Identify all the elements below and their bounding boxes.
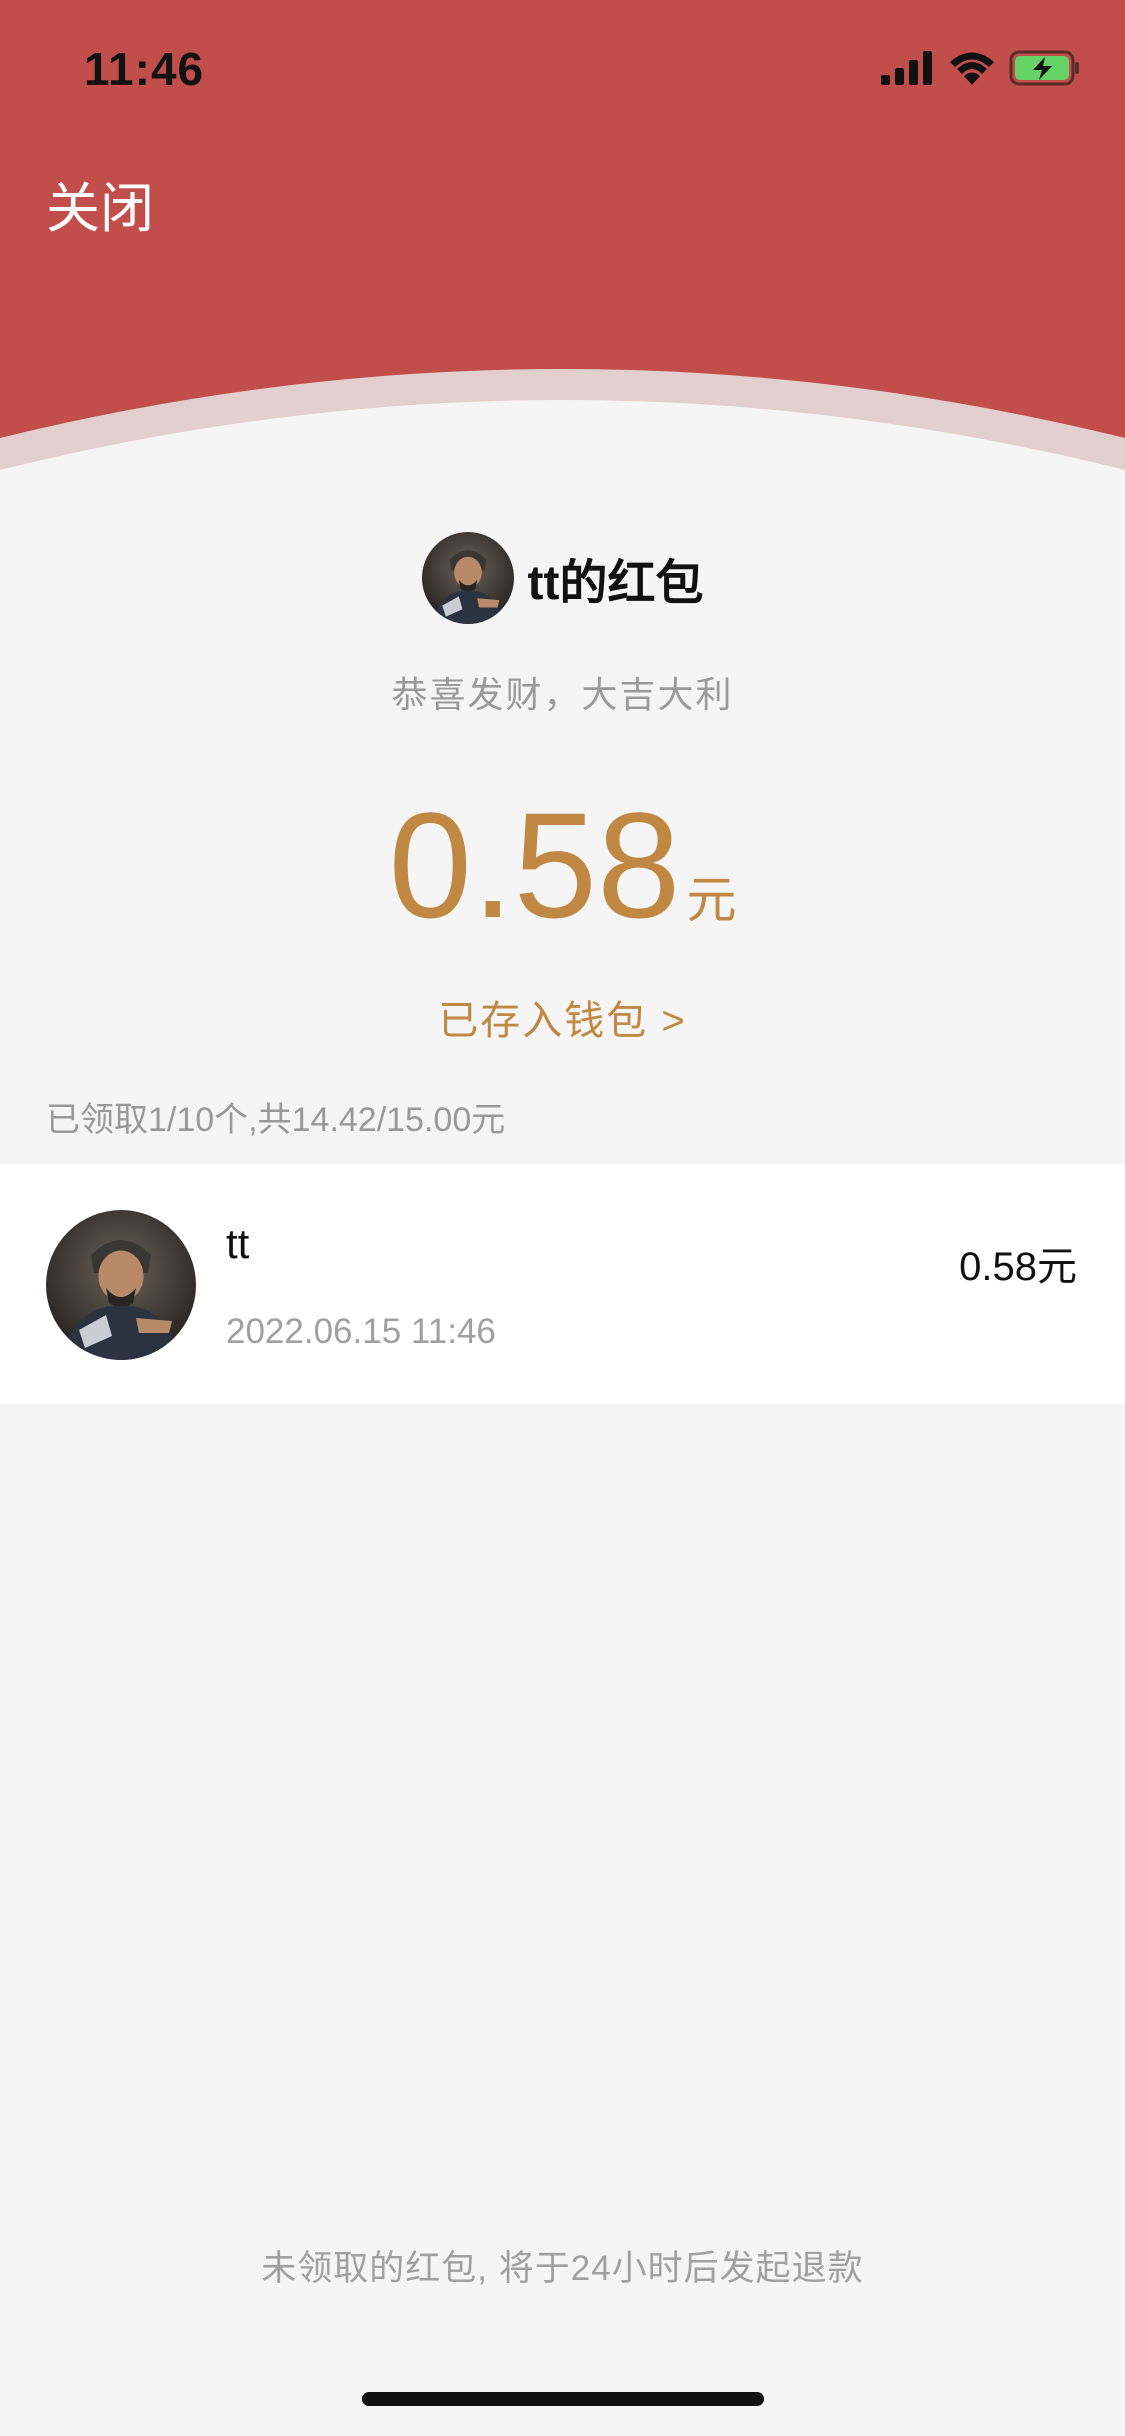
battery-charging-icon (1009, 50, 1079, 86)
sender-avatar[interactable] (421, 532, 514, 624)
amount-display: 0.58 元 (0, 790, 1125, 940)
claim-summary: 已领取1/10个,共14.42/15.00元 (46, 1101, 506, 1139)
record-time: 2022.06.15 11:46 (226, 1312, 496, 1351)
list-item[interactable]: tt 2022.06.15 11:46 0.58元 (0, 1164, 1125, 1404)
refund-note: 未领取的红包, 将于24小时后发起退款 (261, 2249, 864, 2288)
sender-row: tt的红包 (0, 532, 1125, 624)
close-button[interactable]: 关闭 (46, 164, 154, 243)
amount-value: 0.58 (388, 781, 681, 949)
record-name: tt (226, 1220, 250, 1267)
record-amount: 0.58元 (959, 1245, 1077, 1289)
wallet-link[interactable]: 已存入钱包 > (0, 988, 1125, 1046)
signal-icon (881, 51, 932, 85)
amount-unit: 元 (686, 872, 737, 928)
greeting-text: 恭喜发财，大吉大利 (391, 674, 734, 715)
status-icons (881, 48, 1081, 88)
status-time: 11:46 (84, 43, 205, 95)
red-packet-detail-page: 11:46 关闭 tt的红包 恭喜发财，大吉大利 0.58 元 已存入钱包 > … (0, 0, 1125, 2436)
sender-name: tt的红包 (527, 557, 704, 610)
avatar[interactable] (46, 1210, 196, 1360)
wifi-icon (950, 52, 994, 85)
home-indicator[interactable] (362, 2392, 764, 2406)
